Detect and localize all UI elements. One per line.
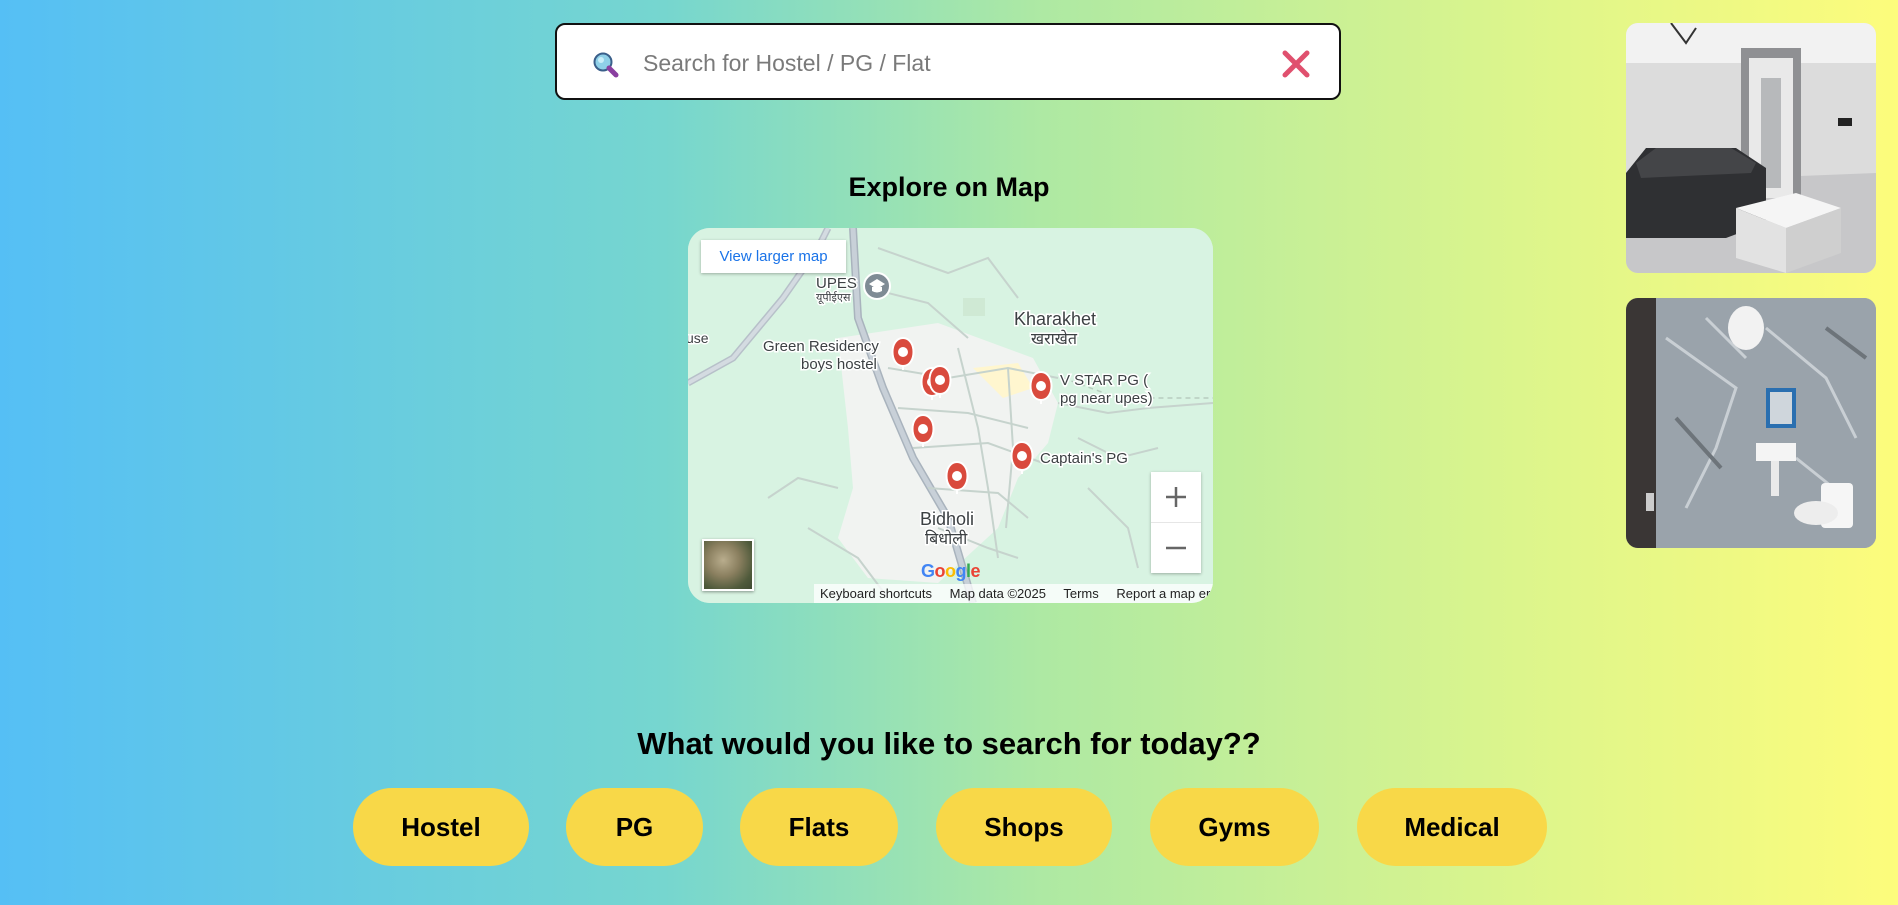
map-label-vstar: V STAR PG ( xyxy=(1060,372,1148,389)
bathroom-photo xyxy=(1626,298,1876,548)
map-data-text: Map data ©2025 xyxy=(949,586,1046,601)
map-canvas[interactable]: UPES यूपीईएस use Green Residency boys ho… xyxy=(688,228,1213,603)
map-label-bidholi: Bidholi xyxy=(920,509,974,529)
category-hostel-button[interactable]: Hostel xyxy=(353,788,529,866)
report-map-error-link[interactable]: Report a map error xyxy=(1116,586,1213,601)
category-gyms-button[interactable]: Gyms xyxy=(1150,788,1319,866)
map-label-use: use xyxy=(688,330,709,346)
map-label-vstar-2: pg near upes) xyxy=(1060,390,1153,407)
close-icon[interactable] xyxy=(1280,48,1312,80)
map-section-title: Explore on Map xyxy=(848,172,1050,202)
search-prompt-heading: What would you like to search for today?… xyxy=(637,726,1261,761)
minus-icon xyxy=(1166,546,1186,550)
search-bar xyxy=(555,23,1341,100)
map-attribution: Keyboard shortcuts Map data ©2025 Terms … xyxy=(814,584,1213,603)
zoom-out-button[interactable] xyxy=(1151,523,1201,573)
category-flats-button[interactable]: Flats xyxy=(740,788,898,866)
terms-link[interactable]: Terms xyxy=(1063,586,1098,601)
view-larger-map-link[interactable]: View larger map xyxy=(701,240,846,273)
google-logo: Google xyxy=(921,561,981,581)
map-label-upes-hindi: यूपीईएस xyxy=(816,291,851,305)
search-icon xyxy=(593,52,619,78)
satellite-toggle-button[interactable] xyxy=(702,539,754,591)
map-label-kharakhet: Kharakhet xyxy=(1014,309,1096,329)
map-label-boys-hostel: boys hostel xyxy=(801,356,877,373)
keyboard-shortcuts-link[interactable]: Keyboard shortcuts xyxy=(820,586,932,601)
map-label-kharakhet-hindi: खराखेत xyxy=(1031,329,1078,348)
map-label-green-residency: Green Residency xyxy=(763,338,879,355)
embedded-map[interactable]: UPES यूपीईएस use Green Residency boys ho… xyxy=(688,228,1213,603)
plus-icon xyxy=(1166,487,1186,507)
search-input[interactable] xyxy=(641,43,1245,83)
category-shops-button[interactable]: Shops xyxy=(936,788,1112,866)
map-label-captains-pg: Captain's PG xyxy=(1040,450,1128,467)
university-icon xyxy=(863,272,891,300)
map-label-upes: UPES xyxy=(816,275,857,292)
map-label-bidholi-hindi: बिधोली xyxy=(925,529,968,548)
zoom-in-button[interactable] xyxy=(1151,472,1201,523)
category-pg-button[interactable]: PG xyxy=(566,788,703,866)
category-medical-button[interactable]: Medical xyxy=(1357,788,1547,866)
zoom-controls xyxy=(1151,472,1201,573)
living-room-photo xyxy=(1626,23,1876,273)
